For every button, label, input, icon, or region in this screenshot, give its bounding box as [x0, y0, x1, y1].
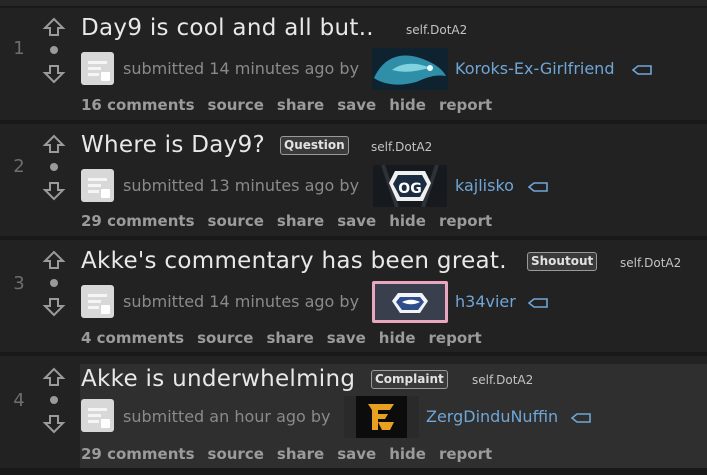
post-submitted-text: submitted 14 minutes ago by	[123, 59, 360, 78]
post-action-buttons: 4 comments source share save hide report	[81, 329, 495, 347]
post-rank: 2	[13, 156, 25, 177]
post-flair[interactable]: Shoutout	[527, 252, 598, 271]
downvote-arrow-icon[interactable]	[42, 181, 66, 201]
report-link[interactable]: report	[429, 329, 482, 347]
post-submitted-text: submitted 14 minutes ago by	[123, 292, 360, 311]
post-action-buttons: 29 comments source share save hide report	[81, 445, 505, 463]
user-avatar: OG	[373, 165, 447, 207]
post-domain[interactable]: self.DotA2	[620, 256, 681, 270]
comments-link[interactable]: 4 comments	[81, 329, 184, 347]
user-avatar	[372, 48, 448, 90]
downvote-arrow-icon[interactable]	[42, 64, 66, 84]
post-4: 4 Akke is underwhelming Complaint self.D…	[0, 356, 707, 468]
source-link[interactable]: source	[208, 445, 264, 463]
top-strip	[0, 0, 707, 6]
downvote-arrow-icon[interactable]	[42, 297, 66, 317]
hide-link[interactable]: hide	[389, 212, 426, 230]
source-link[interactable]: source	[208, 96, 264, 114]
upvote-arrow-icon[interactable]	[42, 250, 66, 270]
post-author-link[interactable]: Koroks-Ex-Girlfriend	[455, 59, 614, 78]
user-tag-icon[interactable]	[528, 182, 548, 192]
self-post-thumbnail-icon[interactable]	[81, 399, 114, 432]
post-action-buttons: 29 comments source share save hide report	[81, 212, 505, 230]
user-avatar	[344, 396, 419, 438]
post-author-link[interactable]: kajlisko	[455, 176, 514, 195]
self-post-thumbnail-icon[interactable]	[81, 169, 114, 202]
source-link[interactable]: source	[197, 329, 253, 347]
post-domain[interactable]: self.DotA2	[472, 373, 533, 387]
post-title[interactable]: Day9 is cool and all but..	[81, 15, 374, 41]
comments-link[interactable]: 29 comments	[81, 212, 195, 230]
svg-text:OG: OG	[398, 181, 421, 197]
upvote-arrow-icon[interactable]	[42, 17, 66, 37]
source-link[interactable]: source	[208, 212, 264, 230]
vote-score-dot	[50, 279, 58, 287]
post-rank: 1	[13, 38, 25, 59]
post-rank: 3	[13, 273, 25, 294]
user-tag-icon[interactable]	[528, 298, 548, 308]
user-avatar	[372, 281, 448, 323]
comments-link[interactable]: 16 comments	[81, 96, 195, 114]
save-link[interactable]: save	[337, 445, 376, 463]
post-author-link[interactable]: h34vier	[455, 292, 516, 311]
post-action-buttons: 16 comments source share save hide report	[81, 96, 505, 114]
post-title[interactable]: Akke's commentary has been great.	[81, 248, 507, 274]
report-link[interactable]: report	[439, 445, 492, 463]
vote-score-dot	[50, 396, 58, 404]
share-link[interactable]: share	[277, 445, 324, 463]
share-link[interactable]: share	[277, 212, 324, 230]
post-domain[interactable]: self.DotA2	[371, 140, 432, 154]
downvote-arrow-icon[interactable]	[42, 414, 66, 434]
post-title[interactable]: Where is Day9?	[81, 132, 265, 158]
post-domain[interactable]: self.DotA2	[406, 23, 467, 37]
post-submitted-text: submitted an hour ago by	[123, 407, 331, 426]
hide-link[interactable]: hide	[379, 329, 416, 347]
hide-link[interactable]: hide	[389, 445, 426, 463]
upvote-arrow-icon[interactable]	[42, 367, 66, 387]
post-1: 1 Day9 is cool and all but.. self.DotA2 …	[0, 8, 707, 120]
post-author-link[interactable]: ZergDinduNuffin	[426, 407, 558, 426]
share-link[interactable]: share	[266, 329, 313, 347]
post-flair[interactable]: Question	[280, 136, 349, 155]
save-link[interactable]: save	[327, 329, 366, 347]
self-post-thumbnail-icon[interactable]	[81, 285, 114, 318]
post-2: 2 Where is Day9? Question self.DotA2 sub…	[0, 124, 707, 236]
vote-score-dot	[50, 163, 58, 171]
report-link[interactable]: report	[439, 96, 492, 114]
self-post-thumbnail-icon[interactable]	[81, 52, 114, 85]
user-tag-icon[interactable]	[571, 413, 591, 423]
save-link[interactable]: save	[337, 96, 376, 114]
post-title[interactable]: Akke is underwhelming	[81, 366, 355, 392]
post-flair[interactable]: Complaint	[371, 370, 448, 389]
user-tag-icon[interactable]	[632, 65, 652, 75]
post-rank: 4	[13, 390, 25, 411]
share-link[interactable]: share	[277, 96, 324, 114]
vote-score-dot	[50, 46, 58, 54]
hide-link[interactable]: hide	[389, 96, 426, 114]
comments-link[interactable]: 29 comments	[81, 445, 195, 463]
report-link[interactable]: report	[439, 212, 492, 230]
upvote-arrow-icon[interactable]	[42, 134, 66, 154]
save-link[interactable]: save	[337, 212, 376, 230]
post-submitted-text: submitted 13 minutes ago by	[123, 176, 360, 195]
post-3: 3 Akke's commentary has been great. Shou…	[0, 240, 707, 352]
